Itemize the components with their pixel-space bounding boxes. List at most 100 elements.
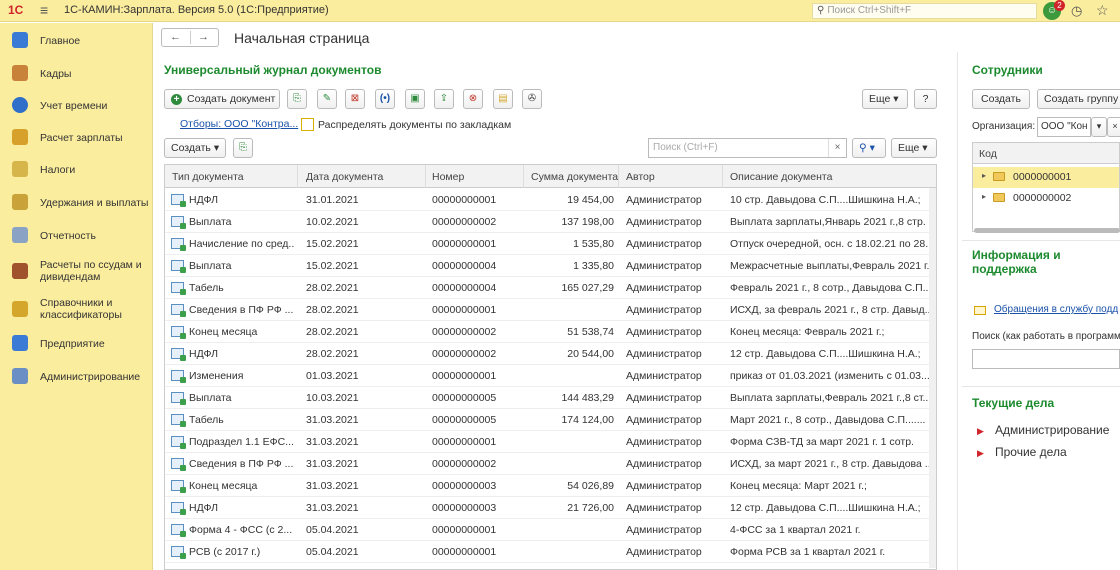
cell-number: 00000000002 xyxy=(432,216,497,228)
post-documents-icon[interactable]: ▣ xyxy=(405,89,425,109)
sidebar-item-admin[interactable]: Администрирование xyxy=(0,367,153,385)
unpost-icon[interactable]: ⊗ xyxy=(463,89,483,109)
table-row[interactable]: НДФЛ 31.03.2021 00000000003 21 726,00 Админи… xyxy=(165,497,936,519)
expand-arrow-icon[interactable]: ▸ xyxy=(982,192,986,201)
journal-search-input[interactable]: Поиск (Ctrl+F) xyxy=(648,138,847,158)
table-row[interactable]: Форма 4 - ФСС (с 2... 05.04.2021 000000000… xyxy=(165,519,936,541)
task-item-admin[interactable]: Администрирование xyxy=(995,423,1109,437)
favorites-star-icon[interactable]: ☆ xyxy=(1096,2,1109,19)
col-header-code[interactable]: Код xyxy=(979,148,997,160)
dropdown-arrow-icon[interactable]: ▾ xyxy=(1091,117,1107,137)
global-search-placeholder: Поиск Ctrl+Shift+F xyxy=(827,5,912,16)
table-row[interactable]: Табель 31.03.2021 00000000005 174 124,00 Адм… xyxy=(165,409,936,431)
expand-arrow-icon[interactable]: ▸ xyxy=(982,171,986,180)
table-row[interactable]: Выплата 15.02.2021 00000000004 1 335,80 Адми… xyxy=(165,255,936,277)
menu-icon[interactable]: ≡ xyxy=(40,2,48,18)
sidebar-item-enterprise[interactable]: Предприятие xyxy=(0,334,153,352)
sidebar-item-main[interactable]: Главное xyxy=(0,31,153,49)
chevron-down-icon: ▾ xyxy=(893,93,899,105)
history-icon[interactable]: ◷ xyxy=(1071,3,1082,19)
table-row[interactable]: Изменения 01.03.2021 00000000001 Администра… xyxy=(165,365,936,387)
col-header-sum[interactable]: Сумма документа xyxy=(531,171,618,183)
sidebar-item-staff[interactable]: Кадры xyxy=(0,64,153,82)
col-header-date[interactable]: Дата документа xyxy=(306,171,383,183)
table-row[interactable]: Начисление по сред... 15.02.2021 000000000… xyxy=(165,233,936,255)
employee-row[interactable]: ▸ 0000000001 xyxy=(973,167,1119,188)
col-header-description[interactable]: Описание документа xyxy=(730,171,832,183)
cell-number: 00000000003 xyxy=(432,480,497,492)
expand-arrow-icon[interactable]: ▶ xyxy=(977,426,984,437)
table-row[interactable]: НДФЛ 31.01.2021 00000000001 19 454,00 Админи… xyxy=(165,189,936,211)
sidebar-item-taxes[interactable]: Налоги xyxy=(0,160,153,178)
sidebar-item-payroll[interactable]: Расчет зарплаты xyxy=(0,128,153,146)
cell-type: Форма 4 - ФСС (с 2... xyxy=(189,524,293,536)
distribute-checkbox[interactable] xyxy=(301,118,314,131)
sidebar-item-time[interactable]: Учет времени xyxy=(0,96,153,114)
table-row[interactable]: Сведения в ПФ РФ ... 28.02.2021 0000000000… xyxy=(165,299,936,321)
org-select[interactable]: ООО "Кон xyxy=(1037,117,1091,137)
create-document-button[interactable]: + Создать документ xyxy=(164,89,280,109)
sidebar-item-loans[interactable]: Расчеты по ссудам и дивидендам xyxy=(0,257,153,285)
support-search-label: Поиск (как работать в программе xyxy=(972,331,1120,342)
table-row[interactable]: РСВ (с 2017 г.) 05.04.2021 00000000001 Адми… xyxy=(165,541,936,563)
clear-icon[interactable]: × xyxy=(828,139,846,157)
document-icon xyxy=(171,392,186,405)
clear-icon[interactable]: × xyxy=(1107,117,1120,137)
cell-type: Выплата xyxy=(189,392,232,404)
cell-author: Администратор xyxy=(626,546,702,558)
mail-icon xyxy=(974,306,986,315)
table-row[interactable]: Выплата 10.03.2021 00000000005 144 483,29 Ад… xyxy=(165,387,936,409)
cell-description: Конец месяца: Март 2021 г.; xyxy=(730,480,867,492)
expand-arrow-icon[interactable]: ▶ xyxy=(977,448,984,459)
sidebar-item-reports[interactable]: Отчетность xyxy=(0,226,153,244)
delete-mark-icon[interactable]: ⊠ xyxy=(345,89,365,109)
table-row[interactable]: Конец месяца 31.03.2021 00000000003 54 026,… xyxy=(165,475,936,497)
help-button[interactable]: ? xyxy=(914,89,937,109)
wrench-icon[interactable]: ✇ xyxy=(522,89,542,109)
copy-icon[interactable]: ⎘ xyxy=(287,89,307,109)
table-scrollbar[interactable] xyxy=(929,188,936,568)
cell-number: 00000000003 xyxy=(432,502,497,514)
employees-scrollbar[interactable] xyxy=(974,228,1120,233)
support-request-link[interactable]: Обращения в службу подд xyxy=(994,304,1118,315)
notification-badge[interactable]: 2 xyxy=(1054,0,1065,11)
edit-icon[interactable]: ✎ xyxy=(317,89,337,109)
support-search-input[interactable] xyxy=(972,349,1120,369)
document-icon xyxy=(171,238,186,251)
col-header-author[interactable]: Автор xyxy=(626,171,655,183)
sidebar-item-catalogs[interactable]: Справочники и классификаторы xyxy=(0,295,153,323)
enterprise-icon xyxy=(12,335,28,351)
table-row[interactable]: НДФЛ 28.02.2021 00000000002 20 544,00 Админи… xyxy=(165,343,936,365)
col-header-type[interactable]: Тип документа xyxy=(172,171,244,183)
report-icon[interactable]: ▤ xyxy=(493,89,513,109)
cell-description: 4-ФСС за 1 квартал 2021 г. xyxy=(730,524,861,536)
sidebar-item-payments[interactable]: Удержания и выплаты xyxy=(0,193,153,211)
post-icon[interactable]: (•) xyxy=(375,89,395,109)
forward-arrow-icon[interactable]: → xyxy=(198,31,209,43)
employee-row[interactable]: ▸ 0000000002 xyxy=(973,188,1119,209)
filter-link[interactable]: Отборы: ООО "Контра... xyxy=(180,118,298,130)
cell-number: 00000000005 xyxy=(432,414,497,426)
task-item-other[interactable]: Прочие дела xyxy=(995,445,1067,459)
copy-icon[interactable]: ⎘ xyxy=(233,138,253,158)
export-icon[interactable]: ⇪ xyxy=(434,89,454,109)
table-row[interactable]: Сведения в ПФ РФ ... 31.03.2021 0000000000… xyxy=(165,453,936,475)
search-button[interactable]: ⚲ ▾ xyxy=(852,138,886,158)
create-dropdown-button[interactable]: Создать ▾ xyxy=(164,138,226,158)
create-group-button[interactable]: Создать группу xyxy=(1037,89,1120,109)
create-employee-button[interactable]: Создать xyxy=(972,89,1030,109)
table-row[interactable]: Подраздел 1.1 ЕФС... 31.03.2021 0000000000… xyxy=(165,431,936,453)
table-row[interactable]: Выплата 10.02.2021 00000000002 137 198,00 Ад… xyxy=(165,211,936,233)
table-row[interactable]: Табель 28.02.2021 00000000004 165 027,29 Адм… xyxy=(165,277,936,299)
more-button[interactable]: Еще ▾ xyxy=(891,138,937,158)
journal-search-placeholder: Поиск (Ctrl+F) xyxy=(653,142,718,153)
back-arrow-icon[interactable]: ← xyxy=(170,31,181,43)
table-row[interactable]: Конец месяца 28.02.2021 00000000002 51 538,… xyxy=(165,321,936,343)
more-button[interactable]: Еще ▾ xyxy=(862,89,908,109)
cell-date: 31.03.2021 xyxy=(306,480,359,492)
cell-description: Отпуск очередной, осн. с 18.02.21 по 28.… xyxy=(730,238,930,250)
sidebar-item-label: Расчеты по ссудам и дивидендам xyxy=(40,259,142,283)
col-header-number[interactable]: Номер xyxy=(432,171,464,183)
global-search-input[interactable]: ⚲ Поиск Ctrl+Shift+F xyxy=(812,3,1037,19)
create-dropdown-label: Создать xyxy=(171,142,211,154)
